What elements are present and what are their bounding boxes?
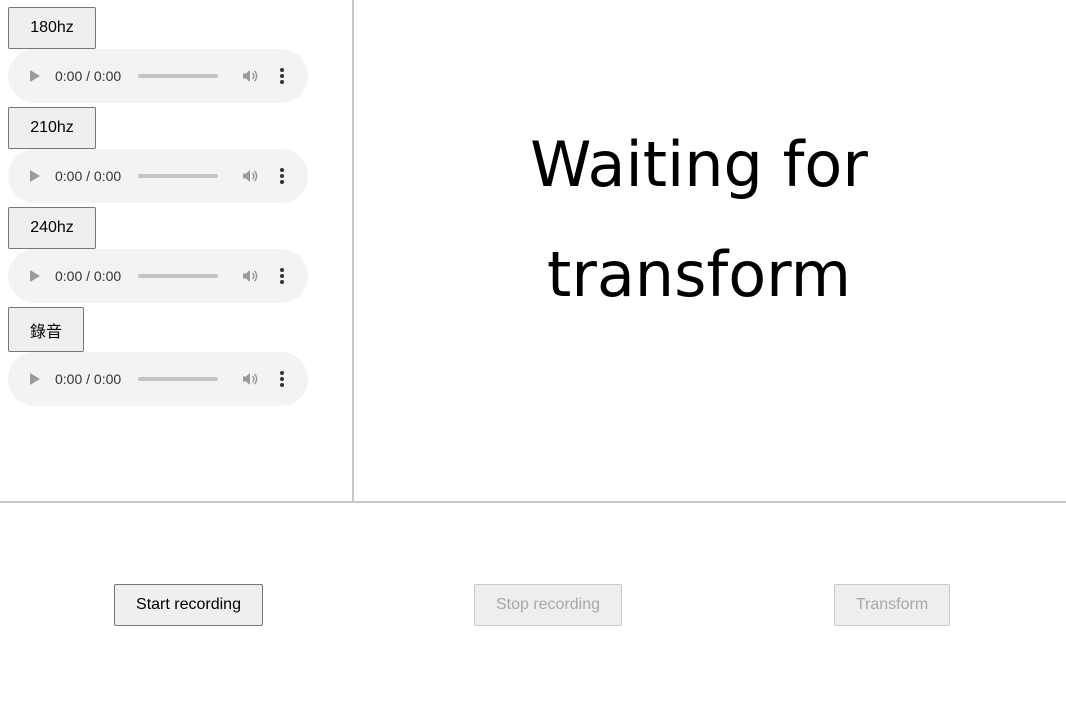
status-panel: Waiting for transform [354,0,1066,501]
volume-icon[interactable] [242,168,258,184]
sound-button-240hz[interactable]: 240hz [8,207,96,249]
seek-slider[interactable] [138,274,218,278]
seek-slider[interactable] [138,377,218,381]
more-options-icon[interactable] [278,167,286,185]
play-icon[interactable] [30,373,40,385]
audio-player-180hz: 0:00 / 0:00 [8,49,308,103]
play-icon[interactable] [30,270,40,282]
audio-time: 0:00 / 0:00 [55,68,122,84]
stop-recording-button[interactable]: Stop recording [474,584,622,626]
audio-time: 0:00 / 0:00 [55,168,122,184]
audio-player-recording: 0:00 / 0:00 [8,352,308,406]
more-options-icon[interactable] [278,67,286,85]
audio-player-240hz: 0:00 / 0:00 [8,249,308,303]
seek-slider[interactable] [138,74,218,78]
play-icon[interactable] [30,70,40,82]
sound-button-180hz[interactable]: 180hz [8,7,96,49]
volume-icon[interactable] [242,268,258,284]
sound-button-210hz[interactable]: 210hz [8,107,96,149]
audio-player-210hz: 0:00 / 0:00 [8,149,308,203]
more-options-icon[interactable] [278,370,286,388]
volume-icon[interactable] [242,371,258,387]
sound-list-panel: 180hz 0:00 / 0:00 210hz 0:00 / 0:00 240h… [0,0,354,501]
start-recording-button[interactable]: Start recording [114,584,263,626]
recording-button[interactable]: 錄音 [8,307,84,352]
audio-time: 0:00 / 0:00 [55,371,122,387]
top-area: 180hz 0:00 / 0:00 210hz 0:00 / 0:00 240h… [0,0,1066,503]
audio-time: 0:00 / 0:00 [55,268,122,284]
status-text: Waiting for transform [530,127,868,311]
more-options-icon[interactable] [278,267,286,285]
seek-slider[interactable] [138,174,218,178]
play-icon[interactable] [30,170,40,182]
volume-icon[interactable] [242,68,258,84]
transform-button[interactable]: Transform [834,584,950,626]
